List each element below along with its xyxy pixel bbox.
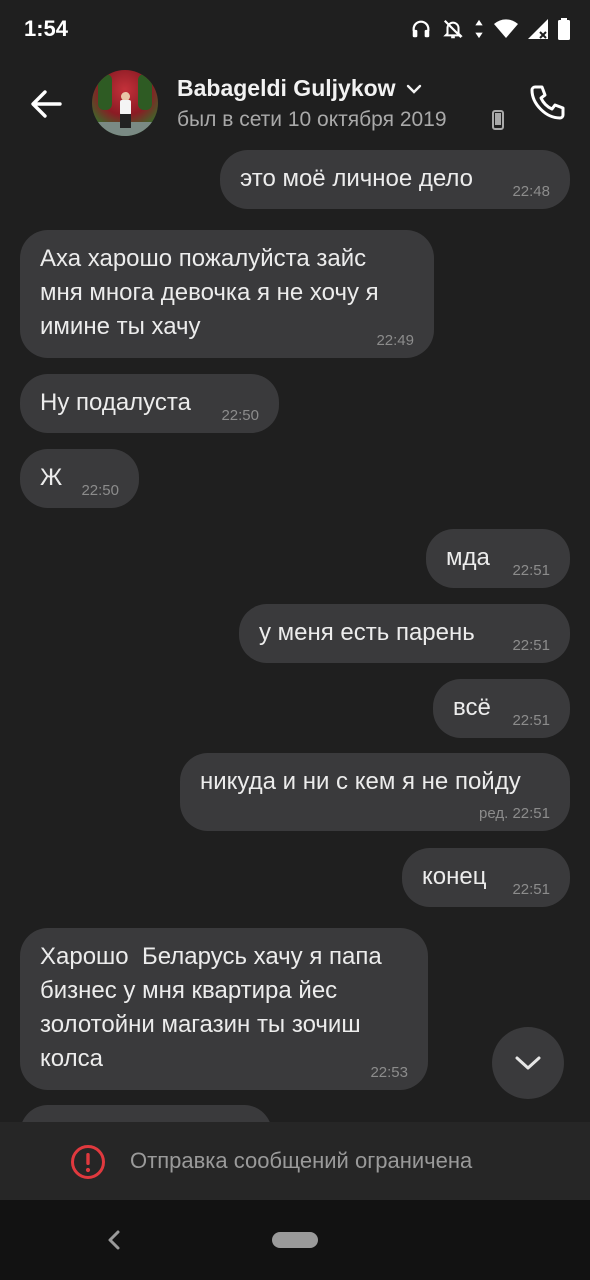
message-bubble[interactable]: никуда и ни с кем я не пойду ред. 22:51 [180,753,570,831]
back-button[interactable] [26,84,66,124]
message-bubble[interactable]: это моё личное дело 22:48 [220,150,570,209]
message-time: 22:51 [512,637,550,654]
message-time: 22:51 [512,562,550,579]
message-time: 22:48 [512,183,550,200]
message-time: 22:53 [370,1064,408,1081]
chevron-down-icon [515,1056,541,1070]
message-text: Аха харошо пожалуйста зайс мня многа дев… [40,245,379,340]
last-seen-status: был в сети 10 октября 2019 [177,108,447,131]
message-time: 22:49 [376,332,414,349]
message-bubble[interactable]: Харошо Беларусь хачу я папа бизнес у мня… [20,928,428,1090]
avatar[interactable] [92,70,158,136]
status-bar: 1:54 [0,0,590,58]
message-time: 22:50 [81,482,119,499]
contact-name-button[interactable]: Babageldi Guljykow [177,75,422,102]
phone-device-icon [492,110,504,130]
messaging-restricted-bar: Отправка сообщений ограничена [0,1122,590,1200]
cell-signal-icon [528,19,548,39]
call-icon [530,85,565,120]
message-text: Харошо Беларусь хачу я папа бизнес у мня… [40,943,382,1072]
message-bubble[interactable]: конец 22:51 [402,848,570,907]
headphones-icon [412,20,430,38]
message-bubble[interactable]: Ж 22:50 [20,449,139,508]
message-bubble-partial[interactable] [20,1105,272,1122]
chevron-down-icon [406,84,421,94]
battery-icon [558,18,570,40]
status-icons [410,16,570,42]
status-time: 1:54 [24,16,69,41]
chat-header: Babageldi Guljykow был в сети 10 октября… [0,58,590,150]
error-icon [71,1145,105,1179]
notifications-off-icon [443,19,463,39]
data-arrows-icon [475,19,483,39]
message-text: никуда и ни с кем я не пойду [200,768,521,795]
nav-home-pill[interactable] [272,1232,318,1248]
message-bubble[interactable]: Ну подалуста 22:50 [20,374,279,433]
wifi-icon [494,19,518,38]
scroll-to-bottom-button[interactable] [492,1027,564,1099]
restriction-text: Отправка сообщений ограничена [130,1148,473,1173]
contact-name: Babageldi Guljykow [177,75,396,101]
message-bubble[interactable]: у меня есть парень 22:51 [239,604,570,663]
message-time: 22:51 [512,881,550,898]
message-text: у меня есть парень [259,619,475,646]
message-time: ред. 22:51 [479,805,550,822]
message-time: 22:50 [221,407,259,424]
message-list[interactable]: это моё личное дело 22:48 Аха харошо пож… [0,148,590,1122]
message-bubble[interactable]: мда 22:51 [426,529,570,588]
call-button[interactable] [526,82,568,124]
message-bubble[interactable]: всё 22:51 [433,679,570,738]
nav-back-icon[interactable] [104,1228,124,1252]
back-arrow-icon [31,90,62,118]
system-nav-bar [0,1200,590,1280]
message-time: 22:51 [512,712,550,729]
message-bubble[interactable]: Аха харошо пожалуйста зайс мня многа дев… [20,230,434,358]
message-text: это моё личное дело [240,165,474,192]
